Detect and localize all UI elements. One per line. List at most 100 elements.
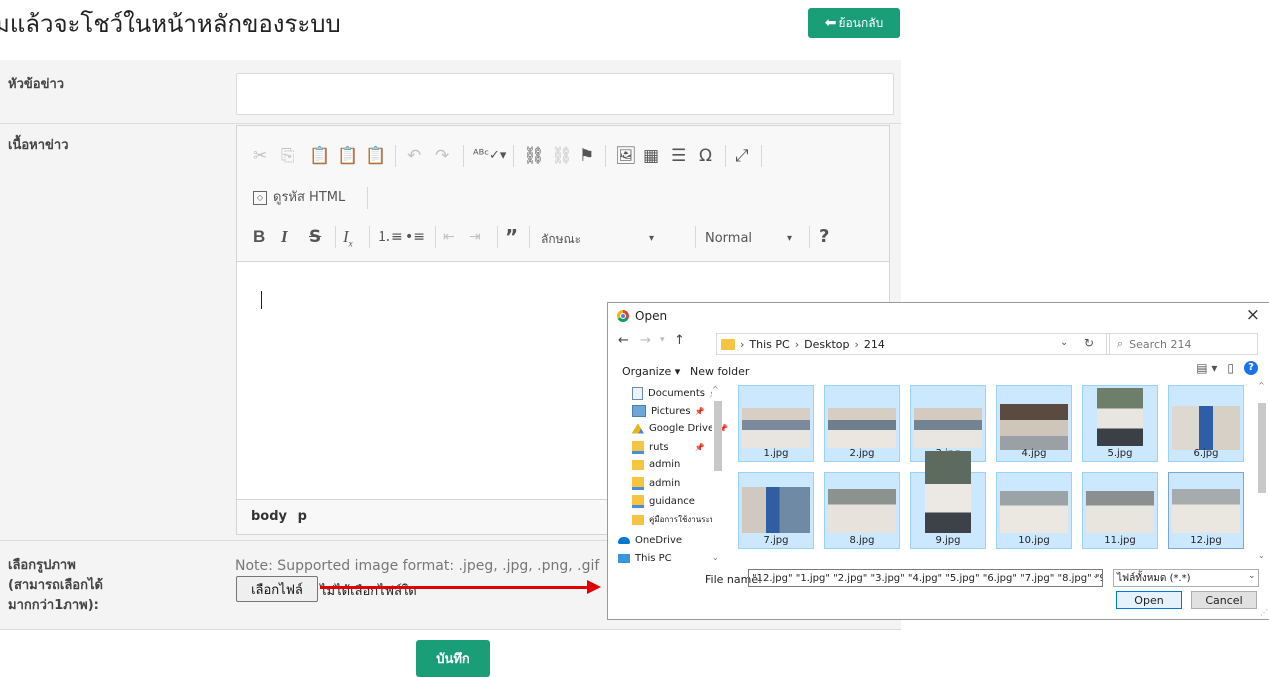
search-icon: ⌕ [1117, 337, 1124, 350]
arrow-left-icon: ⬅ [824, 15, 837, 31]
nav-item-pictures[interactable]: Pictures 📌 [632, 405, 705, 417]
unlink-icon[interactable]: ⛓ [551, 144, 573, 168]
anchor-flag-icon[interactable]: ⚑ [579, 144, 594, 168]
table-icon[interactable]: ▦ [643, 144, 659, 168]
forward-arrow-icon[interactable]: → [640, 333, 651, 348]
file-tile[interactable]: 11.jpg [1082, 472, 1158, 549]
nav-item-admin-network[interactable]: admin [632, 477, 680, 490]
close-icon[interactable]: × [1246, 305, 1260, 325]
recent-dropdown-icon[interactable]: ▾ [660, 335, 665, 345]
breadcrumb-desktop[interactable]: Desktop [804, 338, 849, 351]
nav-item-documents[interactable]: Documents 📌 [632, 387, 719, 400]
chevron-down-icon[interactable]: ⌄ [1060, 337, 1068, 348]
file-tile[interactable]: 9.jpg [910, 451, 986, 549]
nav-item-this-pc[interactable]: This PC [618, 553, 672, 563]
nav-item-manual[interactable]: คู่มือการใช้งานระบบ [632, 513, 720, 526]
scroll-up-icon[interactable]: ^ [712, 385, 719, 394]
page-heading: มแล้วจะโชว์ในหน้าหลักของระบบ [0, 10, 341, 38]
nav-item-admin[interactable]: admin [632, 459, 680, 470]
up-arrow-icon[interactable]: ↑ [674, 333, 685, 348]
styles-dropdown[interactable]: ลักษณะ ▾ [541, 227, 681, 251]
bulleted-list-icon[interactable]: •≡ [405, 225, 425, 249]
blockquote-icon[interactable]: ” [505, 225, 518, 249]
nav-item-label: Documents [648, 388, 706, 399]
open-button[interactable]: Open [1116, 591, 1182, 609]
nav-item-guidance[interactable]: guidance [632, 495, 695, 508]
breadcrumb-this-pc[interactable]: This PC [749, 338, 789, 351]
view-options-icon[interactable]: ▤ ▾ [1196, 361, 1217, 375]
file-tile[interactable]: 1.jpg [738, 385, 814, 462]
toolbar-separator [435, 226, 436, 248]
chevron-down-icon[interactable]: ⌄ [1092, 571, 1100, 581]
horizontal-rule-icon[interactable]: ☰ [671, 144, 686, 168]
news-title-input[interactable] [236, 73, 894, 115]
italic-icon[interactable]: I [281, 225, 288, 249]
file-tile[interactable]: 7.jpg [738, 472, 814, 549]
network-folder-icon [632, 495, 644, 508]
image-icon[interactable]: 🖼 [615, 144, 637, 168]
back-button-label: ย้อนกลับ [838, 15, 884, 30]
special-char-icon[interactable]: Ω [699, 144, 712, 168]
maximize-icon[interactable]: ⤢ [735, 144, 749, 168]
cut-icon[interactable]: ✂ [253, 144, 267, 168]
organize-menu[interactable]: Organize ▾ [622, 365, 680, 378]
cancel-button[interactable]: Cancel [1191, 591, 1257, 609]
file-tile[interactable]: 2.jpg [824, 385, 900, 462]
nav-scrollbar-thumb[interactable] [714, 401, 722, 471]
redo-icon[interactable]: ↷ [435, 144, 449, 168]
file-scrollbar-thumb[interactable] [1258, 403, 1266, 493]
scroll-down-icon[interactable]: ⌄ [1258, 551, 1265, 560]
numbered-list-icon[interactable]: ⒈≡ [377, 225, 403, 249]
indent-icon[interactable]: ⇥ [469, 225, 481, 249]
paste-text-icon[interactable]: 📋 [337, 144, 358, 168]
scroll-up-icon[interactable]: ^ [1258, 381, 1265, 390]
file-type-select[interactable]: ไฟล์ทั้งหมด (*.*) [1113, 569, 1259, 587]
paste-icon[interactable]: 📋 [309, 144, 330, 168]
back-arrow-icon[interactable]: ← [618, 333, 629, 348]
image-thumbnail [828, 489, 896, 533]
copy-icon[interactable]: ⎘ [281, 144, 295, 168]
file-tile[interactable]: 12.jpg [1168, 472, 1244, 549]
dialog-title: Open [617, 309, 667, 323]
toolbar-separator [497, 226, 498, 248]
file-tile[interactable]: 10.jpg [996, 472, 1072, 549]
address-bar[interactable]: › This PC › Desktop › 214 [716, 333, 1110, 355]
help-icon[interactable]: ? [1244, 361, 1258, 375]
new-folder-button[interactable]: New folder [690, 365, 749, 378]
nav-item-ruts[interactable]: ruts 📌 [632, 441, 705, 454]
pin-icon: 📌 [694, 443, 705, 452]
strikethrough-icon[interactable]: S [309, 225, 321, 249]
choose-file-button[interactable]: เลือกไฟล์ [236, 576, 318, 602]
refresh-icon[interactable]: ↻ [1084, 336, 1094, 350]
scroll-down-icon[interactable]: ⌄ [712, 553, 719, 562]
file-tile[interactable]: 6.jpg [1168, 385, 1244, 462]
undo-icon[interactable]: ↶ [407, 144, 421, 168]
save-button[interactable]: บันทึก [416, 640, 490, 677]
bold-icon[interactable]: B [253, 225, 265, 249]
image-thumbnail [828, 408, 896, 448]
search-box[interactable]: ⌕ Search 214 [1106, 333, 1258, 355]
outdent-icon[interactable]: ⇤ [443, 225, 455, 249]
chevron-down-icon[interactable]: ⌄ [1248, 571, 1256, 581]
nav-item-label: Pictures [651, 405, 691, 417]
file-tile[interactable]: 4.jpg [996, 385, 1072, 462]
file-tile[interactable]: 5.jpg [1082, 385, 1158, 462]
breadcrumb-214[interactable]: 214 [864, 338, 885, 351]
source-button[interactable]: ◇ ดูรหัส HTML [253, 186, 345, 210]
nav-item-label: admin [649, 478, 681, 489]
resize-grip-icon[interactable]: ⋰ [1260, 608, 1268, 617]
preview-pane-icon[interactable]: ▯ [1227, 361, 1234, 375]
file-tile[interactable]: 8.jpg [824, 472, 900, 549]
path-p[interactable]: p [298, 509, 307, 524]
link-icon[interactable]: ⛓ [523, 144, 545, 168]
image-thumbnail [914, 408, 982, 448]
back-button[interactable]: ⬅ ย้อนกลับ [808, 8, 900, 38]
remove-format-icon[interactable]: Ix [343, 225, 353, 255]
format-dropdown[interactable]: Normal ▾ [705, 227, 805, 251]
paste-word-icon[interactable]: 📋 [365, 144, 386, 168]
path-body[interactable]: body [251, 509, 287, 524]
file-name-input[interactable]: "12.jpg" "1.jpg" "2.jpg" "3.jpg" "4.jpg"… [748, 569, 1103, 587]
help-button[interactable]: ? [819, 225, 829, 249]
nav-item-onedrive[interactable]: OneDrive [618, 535, 682, 546]
spellcheck-icon[interactable]: ᴬᴮᶜ✓▾ [473, 144, 506, 168]
